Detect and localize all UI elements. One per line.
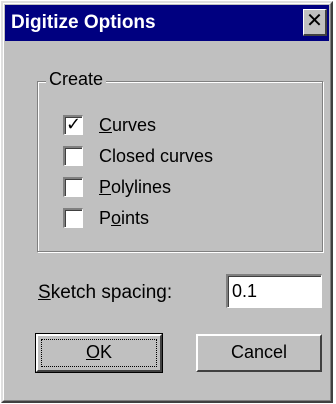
curves-label: Curves (99, 115, 157, 135)
title-bar: Digitize Options ✕ (5, 5, 329, 41)
polylines-label: Polylines (99, 177, 172, 197)
sketch-spacing-label: Sketch spacing: (38, 282, 173, 303)
closed-curves-checkbox[interactable] (63, 146, 83, 166)
focus-rectangle (41, 339, 157, 367)
close-icon: ✕ (306, 10, 323, 32)
dialog-title: Digitize Options (11, 12, 156, 33)
ok-button[interactable]: OK (35, 333, 163, 373)
create-group-legend: Create (46, 68, 107, 90)
close-button[interactable]: ✕ (303, 9, 327, 36)
curves-checkbox[interactable]: ✓ (63, 115, 83, 135)
polylines-checkbox[interactable] (63, 177, 83, 197)
closed-curves-label: Closed curves (99, 146, 214, 166)
points-label: Points (99, 208, 150, 228)
points-checkbox[interactable] (63, 208, 83, 228)
checkmark-icon: ✓ (66, 114, 82, 134)
sketch-spacing-input[interactable] (226, 274, 322, 308)
cancel-button[interactable]: Cancel (196, 334, 322, 372)
